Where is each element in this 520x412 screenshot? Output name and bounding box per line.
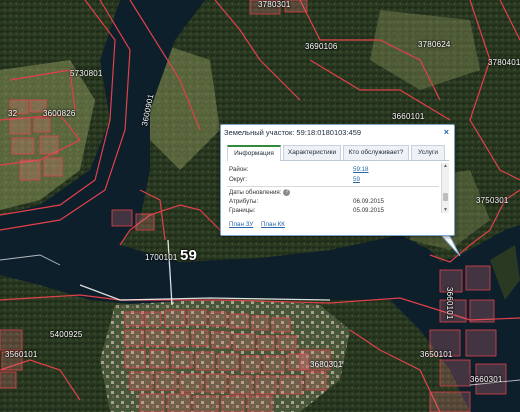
cadastral-label: 3660101 [392, 112, 425, 121]
okrug-link[interactable]: 59 [353, 176, 360, 183]
popup-title: Земельный участок: 59:18:0180103:459 [224, 128, 362, 137]
close-icon[interactable]: × [444, 127, 449, 137]
cadastral-label: 3780624 [418, 40, 451, 49]
cadastral-label: 3600826 [43, 109, 76, 118]
tab-content-info: Район: 59:18 Округ: 59 Даты обновления:?… [227, 163, 449, 214]
district-link[interactable]: 59:18 [353, 166, 368, 173]
cadastral-label: 1700101 [145, 253, 178, 262]
cadastral-label: 3680301 [310, 360, 343, 369]
popup-tabs: Информация Характеристики Кто обслуживае… [227, 145, 449, 161]
tab-info[interactable]: Информация [227, 145, 281, 161]
divider [227, 186, 439, 187]
cadastral-label: 5730801 [70, 69, 103, 78]
tab-services[interactable]: Услуги [411, 145, 445, 160]
scroll-down-icon[interactable]: ▼ [442, 207, 449, 213]
attributes-date: 06.09.2015 [353, 198, 384, 205]
cadastral-label: 3660101 [445, 287, 454, 320]
parcel-info-popup[interactable]: Земельный участок: 59:18:0180103:459 × И… [220, 124, 455, 236]
region-number-label: 59 [180, 247, 198, 264]
borders-label: Границы: [229, 207, 256, 214]
cadastral-label: 3650101 [420, 350, 453, 359]
borders-date: 05.09.2015 [353, 207, 384, 214]
cadastral-label: 3750301 [476, 196, 509, 205]
cadastral-label: 3690106 [305, 42, 338, 51]
cadastral-quarter-plan-link[interactable]: План КК [261, 221, 285, 228]
cadastral-label: 3780401 [488, 58, 520, 67]
popup-footer-links: План ЗУ План КК [229, 221, 291, 228]
cadastral-label: 3560101 [5, 350, 38, 359]
cadastral-label: 5400925 [50, 330, 83, 339]
parcel-plan-link[interactable]: План ЗУ [229, 221, 253, 228]
scroll-thumb[interactable] [443, 193, 448, 201]
okrug-label: Округ: [229, 176, 247, 183]
cadastral-label: 3660301 [470, 375, 503, 384]
help-icon[interactable]: ? [283, 189, 291, 196]
scrollbar[interactable]: ▲ ▼ [441, 163, 449, 213]
attributes-label: Атрибуты: [229, 198, 259, 205]
map-view[interactable]: 5730801 3600826 32 3600901 3690106 37806… [0, 0, 520, 412]
update-dates-heading-text: Даты обновления: [229, 189, 282, 197]
scroll-up-icon[interactable]: ▲ [442, 163, 449, 169]
cadastral-label: 3780301 [258, 0, 291, 9]
tab-who-serves[interactable]: Кто обслуживает? [343, 145, 409, 160]
district-label: Район: [229, 166, 249, 173]
cadastral-label: 32 [8, 109, 18, 118]
tab-characteristics[interactable]: Характеристики [283, 145, 341, 160]
update-dates-heading: Даты обновления:? [229, 189, 291, 197]
